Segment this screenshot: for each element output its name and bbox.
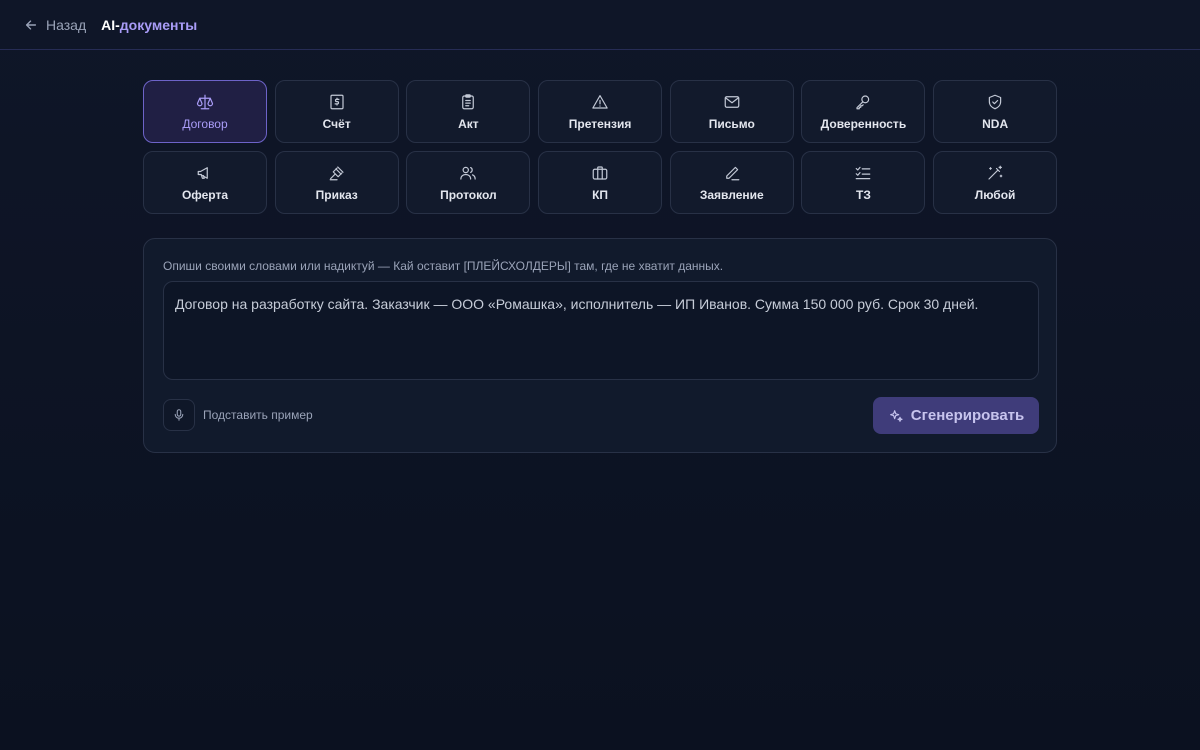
doc-type-any[interactable]: Любой [933,151,1058,214]
doc-type-grid: Договор Счёт Акт Претензия Письмо Довере… [143,80,1058,214]
doc-type-label: ТЗ [856,187,871,202]
doc-type-label: Письмо [708,116,755,131]
voice-input-button[interactable] [163,399,195,431]
generate-button[interactable]: Сгенерировать [873,397,1039,434]
doc-type-act[interactable]: Акт [406,80,531,143]
key-icon [854,93,872,111]
doc-type-label: Оферта [181,187,229,202]
doc-type-label: Протокол [440,187,497,202]
doc-type-nda[interactable]: NDA [933,80,1058,143]
doc-type-power-of-attorney[interactable]: Доверенность [801,80,926,143]
back-label: Назад [46,16,87,33]
page-title: AI-документы [101,17,197,33]
doc-type-label: Доверенность [820,116,907,131]
brand-suffix: документы [119,16,198,33]
doc-type-label: Акт [458,116,479,131]
pen-icon [723,164,741,182]
warning-icon [591,93,609,111]
doc-type-claim[interactable]: Претензия [538,80,663,143]
sparkles-icon [889,409,903,422]
doc-type-protocol[interactable]: Протокол [406,151,531,214]
doc-type-proposal[interactable]: КП [538,151,663,214]
doc-type-offer[interactable]: Оферта [143,151,267,214]
gavel-icon [328,164,346,182]
doc-type-label: Претензия [568,116,632,131]
doc-type-invoice[interactable]: Счёт [274,80,399,143]
prompt-input[interactable]: Договор на разработку сайта. Заказчик — … [163,281,1039,380]
doc-type-label: Договор [182,116,228,131]
microphone-icon [174,409,184,421]
app-root: Назад AI-документы Договор Счёт Акт Прет… [0,0,1200,750]
scales-icon [196,93,214,111]
doc-type-spec[interactable]: ТЗ [801,151,926,214]
doc-type-label: Заявление [699,187,764,202]
briefcase-icon [591,164,609,182]
top-bar: Назад AI-документы [0,0,1200,50]
composer-panel: Опиши своими словами или надиктуй — Кай … [143,238,1057,453]
mail-icon [723,93,741,111]
invoice-icon [328,93,346,111]
doc-type-application[interactable]: Заявление [669,151,794,214]
doc-type-order[interactable]: Приказ [274,151,399,214]
composer-hint: Опиши своими словами или надиктуй — Кай … [163,259,724,273]
doc-type-contract[interactable]: Договор [143,80,267,143]
insert-example-link[interactable]: Подставить пример [203,408,313,422]
doc-type-label: КП [592,187,609,202]
generate-label: Сгенерировать [910,407,1025,424]
magic-wand-icon [986,164,1004,182]
doc-type-letter[interactable]: Письмо [669,80,794,143]
back-button[interactable]: Назад [24,17,86,33]
doc-type-label: NDA [982,116,1009,131]
doc-type-label: Счёт [322,116,351,131]
users-icon [459,164,477,182]
arrow-left-icon [25,19,37,30]
doc-type-label: Любой [974,187,1016,202]
doc-type-label: Приказ [315,187,358,202]
brand-prefix: AI- [101,16,120,33]
megaphone-icon [196,164,214,182]
clipboard-icon [459,93,477,111]
shield-check-icon [986,93,1004,111]
checklist-icon [854,164,872,182]
